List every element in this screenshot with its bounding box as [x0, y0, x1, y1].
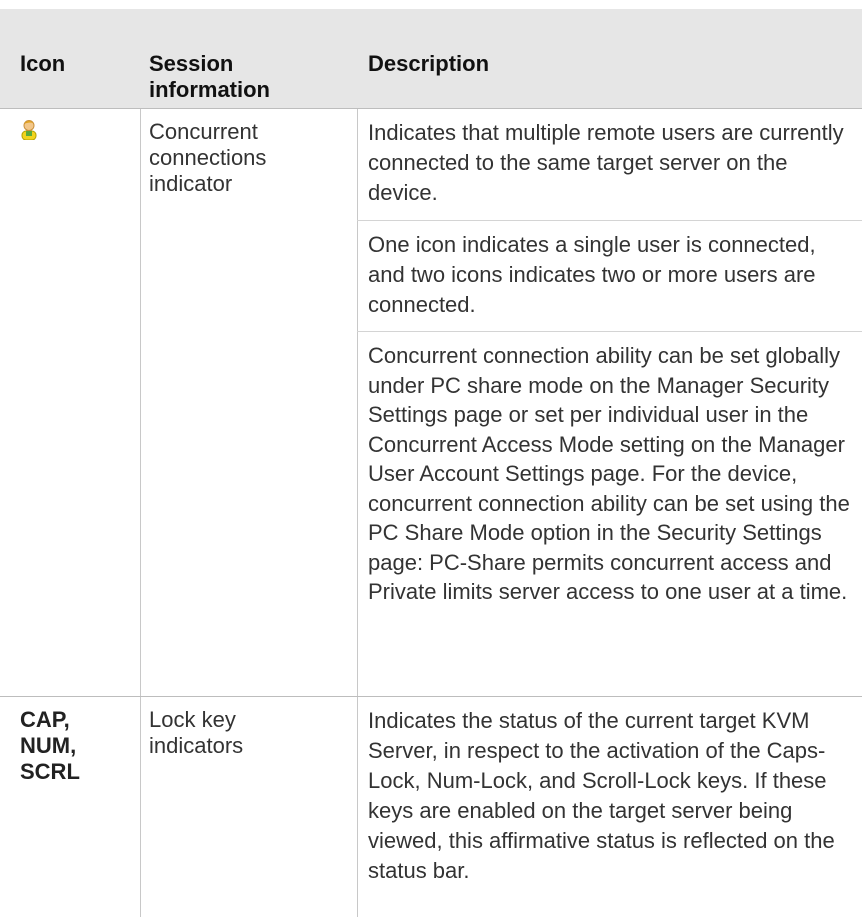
column-divider: [140, 697, 141, 917]
column-divider: [140, 109, 141, 696]
icon-cell: CAP, NUM, SCRL: [20, 697, 130, 785]
header-icon: Icon: [20, 51, 66, 76]
session-line1: Concurrent: [149, 119, 258, 144]
lock-key-cap: CAP,: [20, 707, 70, 732]
session-cell: Lock key indicators: [149, 697, 339, 759]
description-cell: Indicates that multiple remote users are…: [357, 109, 862, 711]
session-line1: Lock key: [149, 707, 236, 732]
description-paragraph: Indicates the status of the current targ…: [368, 708, 835, 883]
table-header-row: Icon Session information Description: [0, 9, 862, 108]
user-icon: [21, 120, 37, 140]
top-strip: [0, 0, 862, 9]
session-line2: indicators: [149, 733, 244, 758]
header-session-line2: information: [149, 77, 270, 102]
session-line2: connections: [149, 145, 267, 170]
table-row-lock-keys: CAP, NUM, SCRL Lock key indicators Indic…: [0, 696, 862, 917]
session-cell: Concurrent connections indicator: [149, 109, 339, 197]
header-session-information: Session information: [149, 9, 270, 103]
session-info-table: Icon Session information Description Con…: [0, 9, 862, 917]
icon-cell: [20, 109, 130, 146]
lock-key-num: NUM,: [20, 733, 77, 758]
description-cell: Indicates the status of the current targ…: [357, 697, 862, 896]
description-paragraph: One icon indicates a single user is conn…: [357, 220, 862, 331]
table-row-concurrent: Concurrent connections indicator Indicat…: [0, 108, 862, 696]
header-description: Description: [368, 51, 490, 76]
lock-key-scrl: SCRL: [20, 759, 80, 784]
session-line3: indicator: [149, 171, 233, 196]
description-paragraph: Indicates that multiple remote users are…: [368, 120, 844, 205]
header-session-line1: Session: [149, 51, 234, 76]
description-paragraph: Concurrent connection ability can be set…: [357, 331, 862, 711]
